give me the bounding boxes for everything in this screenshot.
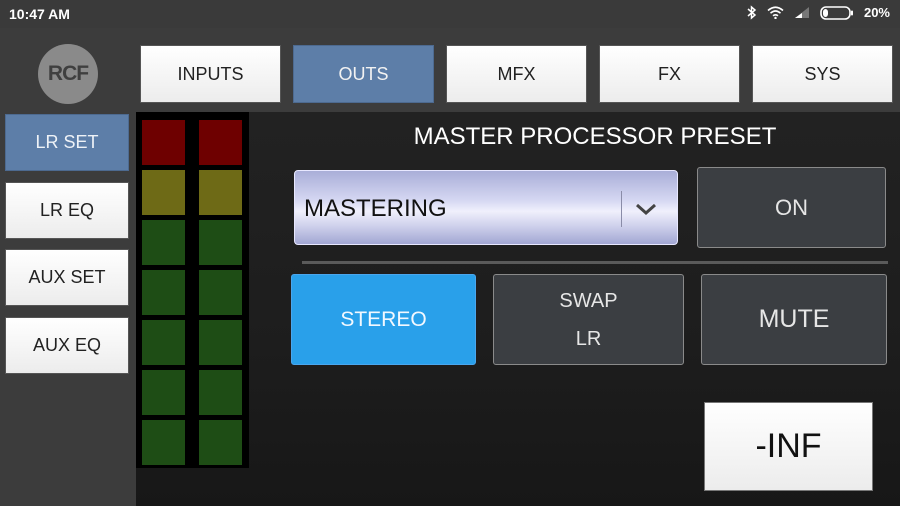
meter-segment xyxy=(199,120,242,165)
dropdown-divider xyxy=(621,191,622,227)
meter-segment xyxy=(199,220,242,265)
battery-icon xyxy=(820,5,854,20)
battery-percent: 20% xyxy=(863,5,890,20)
meter-segment xyxy=(142,420,185,465)
tab-inputs[interactable]: INPUTS xyxy=(140,45,281,103)
meter-segment xyxy=(142,220,185,265)
swap-label: SWAP xyxy=(559,289,618,312)
bluetooth-icon xyxy=(747,5,757,20)
preset-value: MASTERING xyxy=(304,195,447,222)
stereo-button[interactable]: STEREO xyxy=(291,274,476,365)
battery-fill xyxy=(822,8,828,17)
side-item-lr-set[interactable]: LR SET xyxy=(5,114,129,171)
divider xyxy=(302,261,888,264)
lr-label: LR xyxy=(575,327,602,350)
level-meters xyxy=(136,112,249,468)
status-icons: 20% xyxy=(747,5,890,20)
meter-segment xyxy=(142,170,185,215)
rcf-logo: RCF xyxy=(38,44,98,104)
status-bar: 10:47 AM 20% xyxy=(0,0,900,28)
on-button[interactable]: ON xyxy=(697,167,886,248)
side-item-aux-eq[interactable]: AUX EQ xyxy=(5,317,129,374)
meter-segment xyxy=(199,270,242,315)
meter-segment xyxy=(199,420,242,465)
meter-segment xyxy=(199,320,242,365)
status-time: 10:47 AM xyxy=(9,6,70,22)
wifi-icon xyxy=(767,6,784,19)
signal-icon xyxy=(794,6,810,19)
meter-segment xyxy=(199,170,242,215)
preset-dropdown[interactable]: MASTERING xyxy=(294,170,678,245)
meter-segment xyxy=(142,320,185,365)
tab-fx[interactable]: FX xyxy=(599,45,740,103)
tab-sys[interactable]: SYS xyxy=(752,45,893,103)
side-item-aux-set[interactable]: AUX SET xyxy=(5,249,129,306)
side-item-lr-eq[interactable]: LR EQ xyxy=(5,182,129,239)
meter-segment xyxy=(142,120,185,165)
swap-lr-button[interactable]: SWAP LR xyxy=(493,274,684,365)
mute-button[interactable]: MUTE xyxy=(701,274,887,365)
meter-segment xyxy=(142,370,185,415)
tab-mfx[interactable]: MFX xyxy=(446,45,587,103)
chevron-down-icon xyxy=(635,202,657,221)
tab-outs[interactable]: OUTS xyxy=(293,45,434,103)
meter-segment xyxy=(142,270,185,315)
meter-segment xyxy=(199,370,242,415)
level-readout[interactable]: -INF xyxy=(704,402,873,491)
page-title: MASTER PROCESSOR PRESET xyxy=(413,123,777,150)
